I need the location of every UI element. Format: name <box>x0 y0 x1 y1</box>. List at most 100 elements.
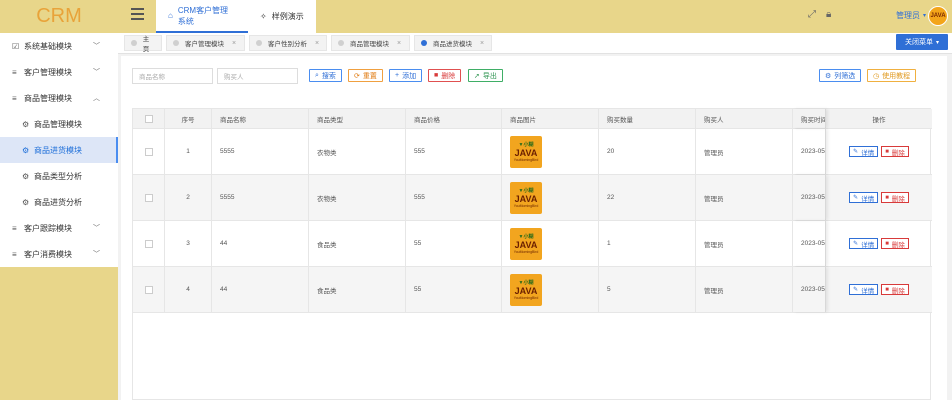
column-header: 商品图片 <box>502 109 599 128</box>
column-header: 购买时间 <box>793 109 826 128</box>
product-image[interactable]: ▼小糊 JAVA YouMomingBird <box>510 227 542 260</box>
sidebar-item-label: 客户消费模块 <box>24 249 72 259</box>
cell-time: 2023-05- <box>793 267 826 312</box>
export-button[interactable]: ➚ 导出 <box>468 69 503 82</box>
delete-button-label: 删除 <box>891 287 905 295</box>
product-image[interactable]: ▼小糊 JAVA YouMomingBird <box>510 181 542 214</box>
product-image-main-text: JAVA <box>514 285 538 296</box>
page-tab[interactable]: 客户管理模块 × <box>166 35 245 51</box>
actions-cell: ✎ 详情 ■ 删除 <box>826 129 932 174</box>
caret-down-icon: ▾ <box>922 13 926 19</box>
user-name: 管理员 <box>895 11 920 20</box>
close-menu-label: 关闭菜单 <box>904 39 933 46</box>
sidebar-item[interactable]: ⚙ 商品进货分析 <box>0 189 118 215</box>
delete-button[interactable]: ■ 删除 <box>881 284 909 295</box>
row-checkbox[interactable] <box>144 285 153 294</box>
gear-icon: ⚙ <box>22 197 30 207</box>
edit-icon: ✎ <box>853 287 859 293</box>
detail-button-label: 详情 <box>861 287 875 295</box>
app-logo[interactable]: CRM <box>0 0 118 33</box>
row-checkbox[interactable] <box>144 193 153 202</box>
product-image-bottom-text: YouMomingBird <box>513 249 539 254</box>
page-tabs-bar: 关闭菜单 ▾ 主页 客户管理模块 × 客户性别分析 × 商品管理模块 × 商品进货模块 × <box>118 33 952 54</box>
list-icon: ≡ <box>12 93 17 103</box>
page-tab-label: 商品管理模块 <box>350 41 389 48</box>
sidebar-item[interactable]: ≡ 商品管理模块 ︿ <box>0 85 118 111</box>
sidebar-item-label: 商品管理模块 <box>24 93 72 103</box>
tab-demo[interactable]: ✧ 样例演示 <box>248 0 316 33</box>
page-tab[interactable]: 主页 <box>124 35 162 53</box>
sidebar-item-label: 系统基础模块 <box>24 41 72 51</box>
product-image-main-text: JAVA <box>514 239 538 250</box>
close-icon[interactable]: × <box>480 40 484 47</box>
sidebar-item[interactable]: ⚙ 商品管理模块 <box>0 111 118 137</box>
avatar[interactable]: JAVA <box>928 6 948 26</box>
detail-button[interactable]: ✎ 详情 <box>849 146 879 157</box>
send-icon: ➚ <box>474 72 480 80</box>
trash-icon: ■ <box>885 148 889 155</box>
select-all-checkbox[interactable] <box>144 114 153 123</box>
delete-button[interactable]: ■ 删除 <box>881 238 909 249</box>
product-image-bottom-text: YouMomingBird <box>513 203 539 208</box>
reset-button[interactable]: ⟳ 重置 <box>348 69 383 82</box>
delete-button[interactable]: ■ 删除 <box>881 192 909 203</box>
fullscreen-icon[interactable]: ⤢ <box>808 9 816 20</box>
product-image[interactable]: ▼小糊 JAVA YouMomingBird <box>510 135 542 168</box>
batch-delete-button[interactable]: ■ 删除 <box>428 69 462 82</box>
add-button[interactable]: + 添加 <box>389 69 423 82</box>
buyer-input[interactable]: 购买人 <box>217 68 298 84</box>
select-all-cell <box>133 109 165 128</box>
tab-crm-system[interactable]: ⌂ CRM客户管理系统 <box>156 0 248 33</box>
page-tab[interactable]: 客户性别分析 × <box>249 35 327 51</box>
search-button[interactable]: ⌕ 搜索 <box>309 69 342 82</box>
column-header: 序号 <box>165 109 212 128</box>
tutorial-button[interactable]: ◷ 使用教程 <box>867 69 917 82</box>
sidebar-item[interactable]: ☑ 系统基础模块 ﹀ <box>0 33 118 59</box>
tab-crm-system-label: CRM客户管理系统 <box>177 5 229 26</box>
detail-button[interactable]: ✎ 详情 <box>849 192 879 203</box>
chevron-down-icon: ﹀ <box>93 43 100 50</box>
detail-button[interactable]: ✎ 详情 <box>849 284 879 295</box>
delete-button-label: 删除 <box>891 149 905 157</box>
list-icon: ≡ <box>12 249 17 259</box>
sidebar-item[interactable]: ⚙ 商品类型分析 <box>0 163 118 189</box>
close-icon[interactable]: × <box>232 40 236 47</box>
actions-cell: ✎ 详情 ■ 删除 <box>826 175 932 220</box>
main-panel: 商品名称 购买人 ⌕ 搜索 ⟳ 重置 + 添加 ■ 删除 ➚ 导出 ⚙ 列筛选 ◷ 使用教程 … <box>121 56 947 400</box>
sidebar-item[interactable]: ≡ 客户消费模块 ﹀ <box>0 241 118 267</box>
lock-icon[interactable]: 🔒︎ <box>826 9 831 20</box>
close-menu-button[interactable]: 关闭菜单 ▾ <box>896 34 948 50</box>
sidebar-item[interactable]: ≡ 客户管理模块 ﹀ <box>0 59 118 85</box>
edit-icon: ✎ <box>853 241 859 247</box>
product-image[interactable]: ▼小糊 JAVA YouMomingBird <box>510 273 542 306</box>
delete-button[interactable]: ■ 删除 <box>881 146 909 157</box>
sidebar-item-label: 商品进货模块 <box>34 145 82 155</box>
product-image-bottom-text: YouMomingBird <box>513 295 539 300</box>
row-checkbox[interactable] <box>144 239 153 248</box>
menu-toggle-icon[interactable] <box>131 8 144 21</box>
cell-type: 衣物类 <box>309 129 406 174</box>
close-icon[interactable]: × <box>397 40 401 47</box>
sidebar-item-label: 商品管理模块 <box>34 119 82 129</box>
tab-dot-icon <box>173 40 179 46</box>
delete-button-label: 删除 <box>891 195 905 203</box>
page-tab[interactable]: 商品进货模块 × <box>414 35 492 51</box>
cell-buyer: 管理员 <box>696 129 793 174</box>
page-tab[interactable]: 商品管理模块 × <box>331 35 410 51</box>
cell-type: 衣物类 <box>309 175 406 220</box>
product-name-input[interactable]: 商品名称 <box>132 68 213 84</box>
sidebar-item[interactable]: ≡ 客户跟踪模块 ﹀ <box>0 215 118 241</box>
close-icon[interactable]: × <box>315 40 319 47</box>
detail-button-label: 详情 <box>861 241 875 249</box>
table-row: 3 44 食品类 55 ▼小糊 JAVA YouMomingBird 1 管理员 2023-05-… <box>133 221 932 267</box>
column-header: 购买人 <box>696 109 793 128</box>
row-checkbox[interactable] <box>144 147 153 156</box>
tutorial-label: 使用教程 <box>882 72 911 80</box>
top-header: ⌂ CRM客户管理系统 ✧ 样例演示 ⤢ 🔒︎ 管理员 ▾ JAVA <box>118 0 952 33</box>
cell-name: 5555 <box>212 129 309 174</box>
actions-cell: ✎ 详情 ■ 删除 <box>826 221 932 266</box>
sidebar-item[interactable]: ⚙ 商品进货模块 <box>0 137 118 163</box>
user-menu[interactable]: 管理员 ▾ <box>896 10 926 21</box>
column-filter-button[interactable]: ⚙ 列筛选 <box>819 69 862 82</box>
detail-button[interactable]: ✎ 详情 <box>849 238 879 249</box>
